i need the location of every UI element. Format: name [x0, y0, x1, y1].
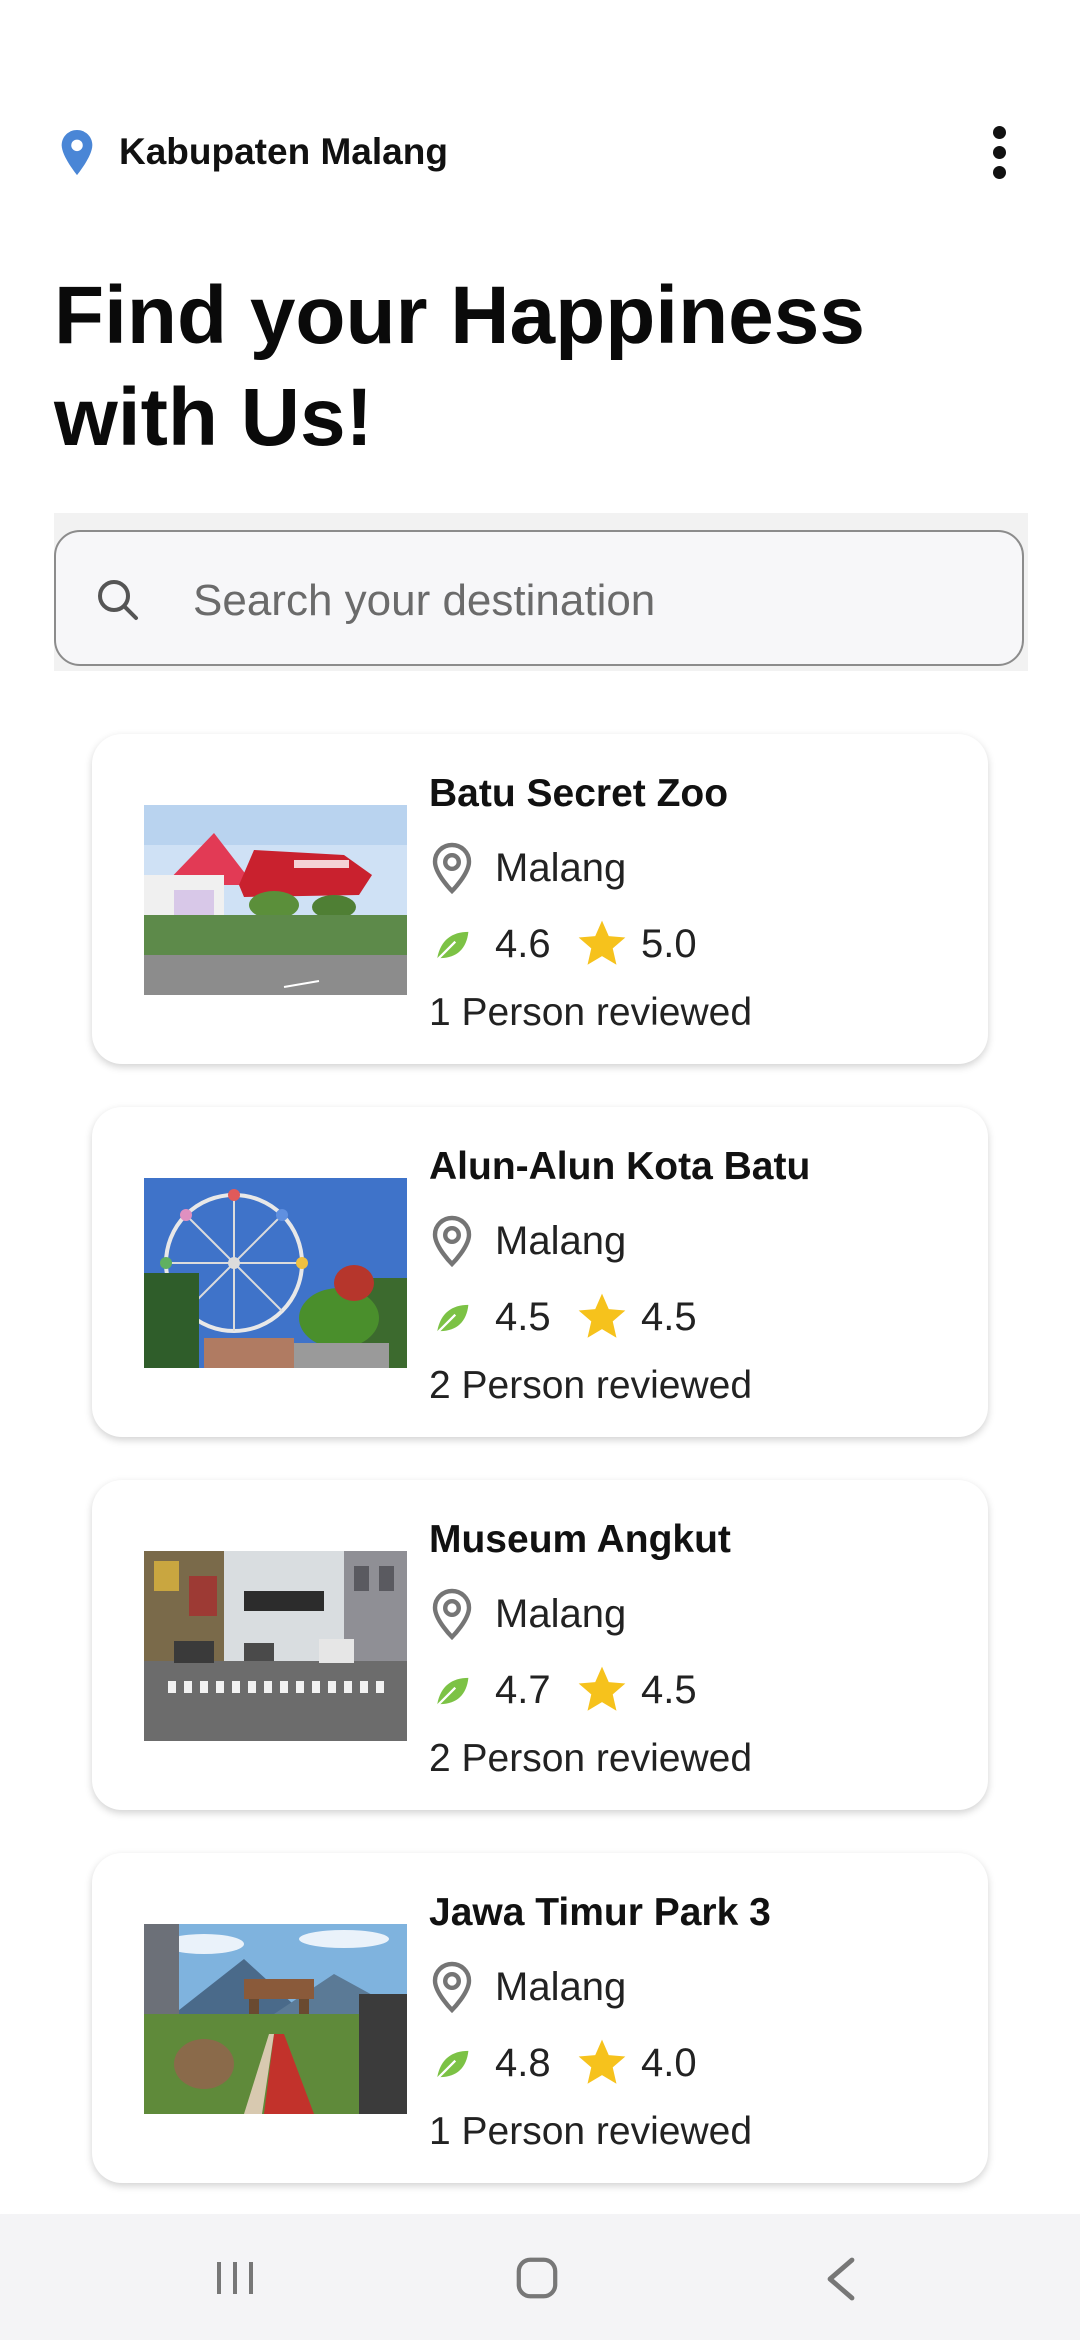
search-container [54, 513, 1028, 671]
more-options-button[interactable] [966, 122, 1026, 182]
location-outline-icon [432, 1588, 472, 1640]
location-outline-icon [432, 1961, 472, 2013]
current-location[interactable]: Kabupaten Malang [119, 131, 448, 173]
review-count: 2 Person reviewed [429, 1364, 753, 1407]
location-outline-icon [432, 1215, 472, 1267]
eco-rating: 4.8 [495, 2041, 551, 2085]
page-title: Find your Happiness with Us! [54, 270, 865, 463]
star-rating: 5.0 [641, 922, 697, 966]
destination-photo [144, 1551, 407, 1741]
location-pin-icon [61, 130, 93, 176]
star-rating: 4.5 [641, 1295, 697, 1339]
leaf-icon [436, 1677, 469, 1707]
star-icon [578, 920, 626, 965]
leaf-icon [436, 2050, 469, 2080]
eco-rating: 4.6 [495, 922, 551, 966]
destination-name: Museum Angkut [429, 1518, 731, 1561]
destination-card[interactable]: Batu Secret Zoo Malang 4.6 5.0 1 Person … [92, 734, 988, 1064]
review-count: 2 Person reviewed [429, 1737, 753, 1780]
destination-card[interactable]: Museum Angkut Malang 4.7 4.5 2 Person re… [92, 1480, 988, 1810]
destination-name: Alun-Alun Kota Batu [429, 1145, 811, 1188]
star-rating: 4.0 [641, 2041, 697, 2085]
recent-apps-icon[interactable] [213, 2258, 257, 2298]
destination-card[interactable]: Jawa Timur Park 3 Malang 4.8 4.0 1 Perso… [92, 1853, 988, 2183]
star-icon [578, 1666, 626, 1711]
search-field[interactable] [54, 530, 1024, 666]
review-count: 1 Person reviewed [429, 991, 753, 1034]
destination-card[interactable]: Alun-Alun Kota Batu Malang 4.5 4.5 2 Per… [92, 1107, 988, 1437]
back-icon[interactable] [824, 2256, 858, 2302]
destination-city: Malang [495, 1965, 627, 2009]
destination-name: Jawa Timur Park 3 [429, 1891, 771, 1934]
search-icon [98, 580, 138, 620]
eco-rating: 4.5 [495, 1295, 551, 1339]
eco-rating: 4.7 [495, 1668, 551, 1712]
star-icon [578, 1293, 626, 1338]
destination-photo [144, 805, 407, 995]
location-outline-icon [432, 842, 472, 894]
system-nav-bar [0, 2214, 1080, 2340]
leaf-icon [436, 931, 469, 961]
destination-photo [144, 1924, 407, 2114]
destination-city: Malang [495, 1592, 627, 1636]
destination-city: Malang [495, 1219, 627, 1263]
more-vertical-icon [993, 126, 1006, 139]
review-count: 1 Person reviewed [429, 2110, 753, 2153]
home-icon[interactable] [514, 2255, 560, 2301]
top-bar: Kabupaten Malang [54, 122, 1026, 182]
destination-photo [144, 1178, 407, 1368]
leaf-icon [436, 1304, 469, 1334]
destination-name: Batu Secret Zoo [429, 772, 729, 815]
search-input[interactable] [191, 562, 975, 640]
destination-city: Malang [495, 846, 627, 890]
star-icon [578, 2039, 626, 2084]
star-rating: 4.5 [641, 1668, 697, 1712]
